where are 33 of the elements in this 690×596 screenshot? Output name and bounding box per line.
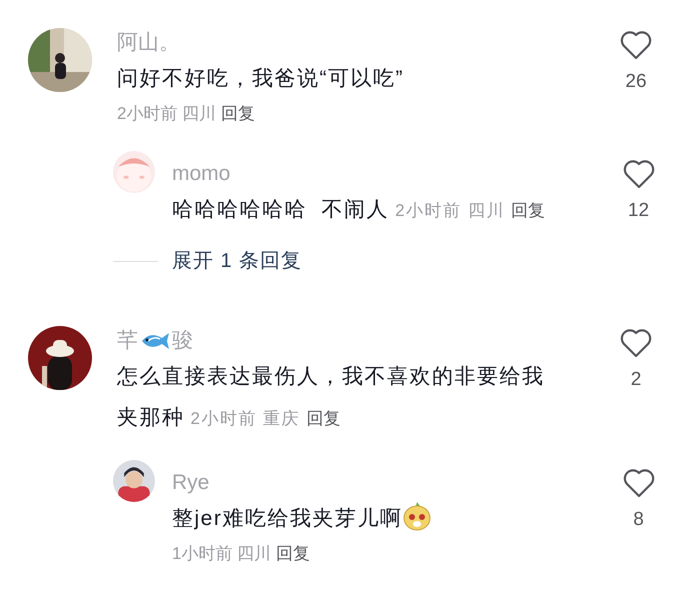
username: momo: [172, 161, 230, 187]
emoji-icon: [402, 501, 432, 531]
like-count: 8: [633, 508, 644, 532]
comment-text: 夹那种: [117, 406, 184, 429]
like-count: 12: [628, 199, 650, 223]
expand-replies-link[interactable]: 展开 1 条回复: [172, 246, 302, 276]
heart-icon[interactable]: [620, 30, 652, 60]
reply-link[interactable]: 回复: [511, 196, 546, 226]
like-count: 26: [625, 70, 647, 94]
heart-icon[interactable]: [622, 468, 654, 498]
fish-icon: [140, 330, 170, 352]
heart-icon[interactable]: [622, 159, 654, 189]
like-count: 2: [630, 368, 642, 392]
timestamp: 1小时前: [172, 544, 232, 563]
heart-icon[interactable]: [620, 328, 652, 358]
comment-text: 整jer难吃给我夹芽儿啊: [172, 507, 402, 530]
location: 四川: [468, 201, 505, 220]
username: Rye: [172, 470, 210, 496]
reply-link[interactable]: 回复: [306, 404, 340, 434]
username: 阿山。: [117, 30, 180, 56]
timestamp: 2小时前: [395, 201, 462, 220]
username: 芊: [117, 328, 138, 354]
location: 重庆: [263, 409, 300, 428]
comment-text: 问好不好吃，我爸说“可以吃”: [117, 67, 404, 90]
reply-link[interactable]: 回复: [276, 539, 310, 569]
comment-text: 哈哈哈哈哈哈 不闹人: [172, 198, 390, 221]
location: 四川: [182, 104, 216, 123]
comment-text: 怎么直接表达最伤人，我不喜欢的非要给我: [117, 365, 544, 388]
timestamp: 2小时前: [190, 409, 257, 428]
location: 四川: [237, 544, 272, 563]
timestamp: 2小时前: [117, 104, 178, 123]
username: 骏: [172, 328, 193, 354]
reply-link[interactable]: 回复: [220, 99, 255, 129]
